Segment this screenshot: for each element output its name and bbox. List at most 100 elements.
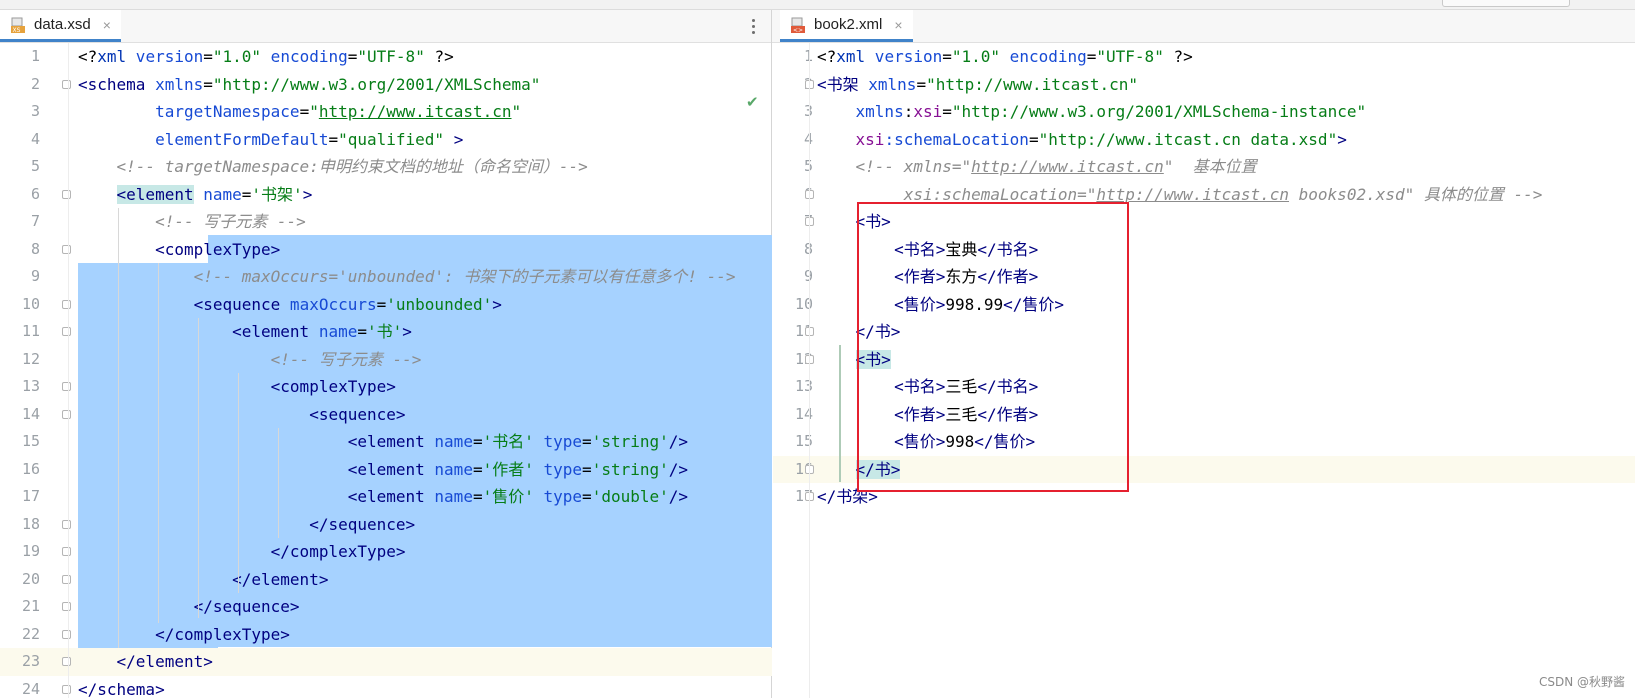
line-number: 20 (21, 569, 40, 588)
token: /> (668, 432, 689, 451)
code-line[interactable]: 7 <!-- 写子元素 --> (0, 208, 772, 236)
fold-toggle-icon[interactable] (62, 244, 71, 254)
fold-toggle-icon[interactable] (62, 602, 71, 611)
tab-book2-xml[interactable]: <> book2.xml × (780, 10, 913, 42)
code-line[interactable]: 16 <element name='作者' type='string'/> (0, 456, 772, 484)
left-editor[interactable]: 1 <?xml version="1.0" encoding="UTF-8" ?>… (0, 43, 772, 698)
code-line[interactable]: 5 <!-- targetNamespace:申明约束文档的地址（命名空间）--… (0, 153, 772, 181)
token: name (424, 487, 473, 506)
fold-toggle-icon[interactable] (62, 657, 71, 666)
code-line[interactable]: 3 targetNamespace="http://www.itcast.cn" (0, 98, 772, 126)
line-number: 21 (21, 597, 40, 615)
highlight-annotation-box (857, 202, 1129, 492)
code-line[interactable]: 19 </complexType> (0, 538, 772, 566)
token: name (309, 322, 358, 341)
code-line[interactable]: 1<?xml version="1.0" encoding="UTF-8" ?> (0, 43, 772, 71)
window-top-strip (0, 0, 1635, 10)
token: <schema (78, 74, 146, 94)
token: <element (78, 432, 425, 451)
inspection-ok-icon[interactable]: ✔ (746, 93, 759, 111)
token: :schemaLocation (884, 129, 1029, 149)
code-line[interactable]: 4 xsi:schemaLocation="http://www.itcast.… (773, 126, 1635, 154)
code-line[interactable]: 22 </complexType> (0, 621, 772, 649)
code-line[interactable]: 1<?xml version="1.0" encoding="UTF-8" ?> (773, 43, 1635, 71)
code-text: elementFormDefault="qualified" > (78, 126, 463, 154)
code-line[interactable]: 2 <schema xmlns="http://www.w3.org/2001/X… (0, 71, 772, 99)
fold-toggle-icon[interactable] (62, 382, 71, 391)
token: elementFormDefault (78, 129, 329, 149)
code-line[interactable]: 4 elementFormDefault="qualified" > (0, 126, 772, 154)
code-text: <!-- xmlns="http://www.itcast.cn" 基本位置 (817, 153, 1257, 181)
close-icon[interactable]: × (103, 17, 111, 33)
code-line[interactable]: 13 <complexType> (0, 373, 772, 401)
fold-toggle-icon[interactable] (62, 629, 71, 639)
search-box[interactable] (1442, 0, 1570, 7)
token: 'string' (591, 432, 669, 451)
line-number: 14 (794, 404, 813, 423)
code-text: <书架 xmlns="http://www.itcast.cn" (817, 71, 1138, 99)
fold-toggle-icon[interactable] (62, 79, 71, 89)
code-text: <schema xmlns="http://www.w3.org/2001/XM… (78, 71, 540, 99)
fold-toggle-icon[interactable] (62, 684, 71, 694)
fold-toggle-icon[interactable] (62, 409, 71, 419)
token: xml (97, 47, 127, 66)
tab-data-xsd[interactable]: XS data.xsd × (0, 10, 121, 42)
token: = (347, 47, 358, 66)
fold-toggle-icon[interactable] (62, 327, 71, 336)
code-text: <!-- 写子元素 --> (78, 346, 422, 374)
token: = (942, 47, 952, 66)
token: <sequence (78, 294, 281, 314)
token: ?> (1163, 47, 1193, 66)
token: <书架 (817, 74, 859, 94)
more-options-icon[interactable] (746, 10, 760, 42)
code-line[interactable]: 9 <!-- maxOccurs='unbounded': 书架下的子元素可以有… (0, 263, 772, 291)
token: targetNamespace (78, 102, 300, 121)
token: name (193, 184, 242, 204)
line-number: 15 (21, 432, 40, 450)
close-icon[interactable]: × (894, 17, 902, 33)
change-marker[interactable] (839, 345, 841, 482)
token: xsi (817, 129, 885, 149)
token: </complexType> (78, 624, 290, 644)
code-line[interactable]: 23 </element> (0, 648, 772, 676)
token: <!-- xmlns=" (817, 157, 972, 176)
token: = (472, 432, 483, 451)
code-text: xmlns:xsi="http://www.w3.org/2001/XMLSch… (817, 98, 1367, 126)
code-line[interactable]: 12 <!-- 写子元素 --> (0, 346, 772, 374)
fold-toggle-icon[interactable] (62, 299, 71, 309)
code-line[interactable]: 24 </schema> (0, 676, 772, 698)
code-line[interactable]: 11 <element name='书'> (0, 318, 772, 346)
code-line[interactable]: 21 </sequence> (0, 593, 772, 621)
token: ?> (424, 47, 454, 66)
fold-toggle-icon[interactable] (62, 574, 71, 584)
code-text: targetNamespace="http://www.itcast.cn" (78, 98, 521, 126)
code-line[interactable]: 2<书架 xmlns="http://www.itcast.cn" (773, 71, 1635, 99)
token: encoding (1000, 47, 1087, 66)
token: 'string' (591, 459, 669, 479)
code-line[interactable]: 5 <!-- xmlns="http://www.itcast.cn" 基本位置 (773, 153, 1635, 181)
token: maxOccurs (280, 294, 377, 314)
line-number: 16 (21, 459, 40, 478)
code-line[interactable]: 17 <element name='售价' type='double'/> (0, 483, 772, 511)
code-text: <!-- 写子元素 --> (78, 208, 306, 236)
fold-toggle-icon[interactable] (62, 519, 71, 529)
token: name (424, 432, 473, 451)
token: "qualified" (338, 129, 445, 149)
code-text: </element> (78, 648, 213, 676)
code-line[interactable]: 15 <element name='书名' type='string'/> (0, 428, 772, 456)
fold-toggle-icon[interactable] (62, 547, 71, 556)
code-line[interactable]: 8 <complexType> (0, 236, 772, 264)
code-line[interactable]: 18 </sequence> (0, 511, 772, 539)
token: type (533, 459, 583, 479)
token: <? (817, 47, 837, 66)
token: <!-- targetNamespace:申明约束文档的地址（命名空间）--> (78, 157, 588, 176)
code-line[interactable]: 6 <element name='书架'> (0, 181, 772, 209)
code-line[interactable]: 14 <sequence> (0, 401, 772, 429)
code-line[interactable]: 3 xmlns:xsi="http://www.w3.org/2001/XMLS… (773, 98, 1635, 126)
fold-toggle-icon[interactable] (62, 189, 71, 199)
code-line[interactable]: 20 </element> (0, 566, 772, 594)
code-line[interactable]: 10 <sequence maxOccurs='unbounded'> (0, 291, 772, 319)
token: " (309, 102, 319, 121)
token: <!-- 写子元素 --> (78, 212, 306, 231)
